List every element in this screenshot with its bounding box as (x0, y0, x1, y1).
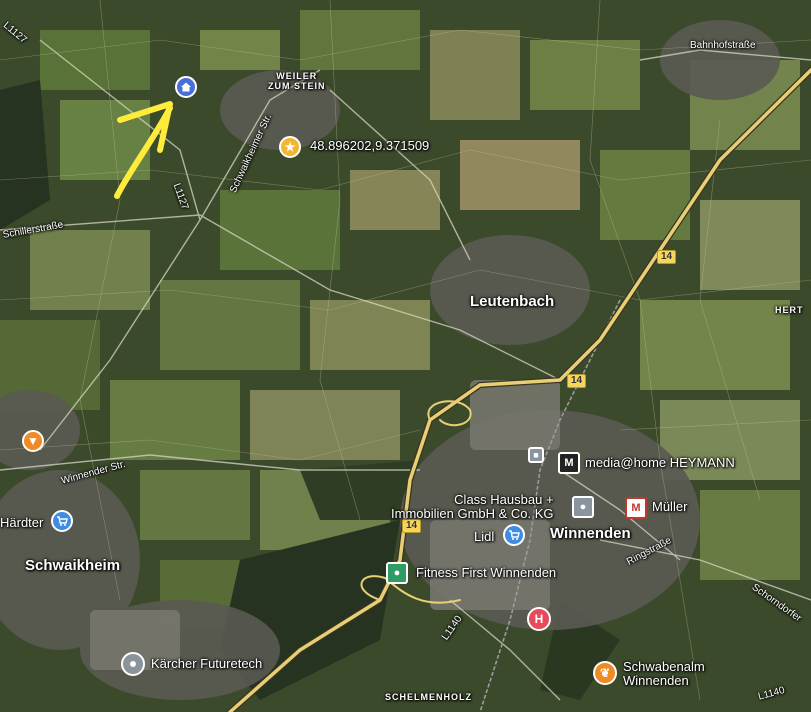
dot-icon (130, 661, 136, 667)
place-label-weiler-zum-stein: WEILER ZUM STEIN (268, 71, 326, 92)
cart-icon (509, 530, 520, 540)
home-icon (181, 82, 191, 92)
shopping-cart-pin-icon[interactable] (503, 524, 525, 546)
restaurant-pin-icon[interactable]: ▼ (22, 430, 44, 452)
road-shield-b14: 14 (657, 250, 677, 264)
restaurant-pin-icon[interactable]: ❦ (593, 661, 617, 685)
media-home-logo-icon[interactable]: M (558, 452, 580, 474)
place-label-schelmenholz: SCHELMENHOLZ (385, 692, 472, 702)
place-pin-icon[interactable] (121, 652, 145, 676)
mueller-logo-icon[interactable]: M (625, 497, 647, 519)
poi-label-fitness-first[interactable]: Fitness First Winnenden (416, 565, 556, 580)
star-pin-icon[interactable]: ★ (279, 136, 301, 158)
fitness-pin-icon[interactable]: ● (386, 562, 408, 584)
poi-label-line: Immobilien GmbH & Co. KG (391, 506, 554, 522)
hospital-pin-icon[interactable]: H (527, 607, 551, 631)
poi-label-haerdter[interactable]: Härdter (0, 515, 43, 530)
street-label-bahnhofstrasse: Bahnhofstraße (690, 40, 756, 51)
train-station-icon[interactable]: ■ (528, 447, 544, 463)
poi-label-class-hausbau[interactable]: Class Hausbau + Immobilien GmbH & Co. KG (391, 492, 554, 522)
poi-label-schwabenalm[interactable]: Schwabenalm Winnenden (623, 659, 705, 689)
home-pin-icon[interactable] (175, 76, 197, 98)
coordinate-label[interactable]: 48.896202,9.371509 (310, 138, 429, 153)
poi-label-mueller[interactable]: Müller (652, 499, 687, 514)
place-label-hert: HERT (775, 305, 804, 315)
shopping-cart-pin-icon[interactable] (51, 510, 73, 532)
poi-label-media-home[interactable]: media@home HEYMANN (585, 455, 735, 470)
place-label-leutenbach: Leutenbach (470, 293, 555, 310)
district-label-line: ZUM STEIN (268, 80, 326, 91)
map-imagery (0, 0, 811, 712)
place-label-winnenden: Winnenden (550, 525, 631, 542)
poi-label-kaercher[interactable]: Kärcher Futuretech (151, 656, 262, 671)
poi-label-lidl[interactable]: Lidl (474, 529, 494, 544)
road-shield-b14: 14 (567, 374, 587, 388)
poi-label-line: Winnenden (623, 673, 689, 689)
satellite-map[interactable]: 14 14 14 Leutenbach Winnenden Schwaikhei… (0, 0, 811, 712)
place-pin-icon[interactable]: ● (572, 496, 594, 518)
cart-icon (57, 516, 68, 526)
place-label-schwaikheim: Schwaikheim (25, 557, 121, 574)
